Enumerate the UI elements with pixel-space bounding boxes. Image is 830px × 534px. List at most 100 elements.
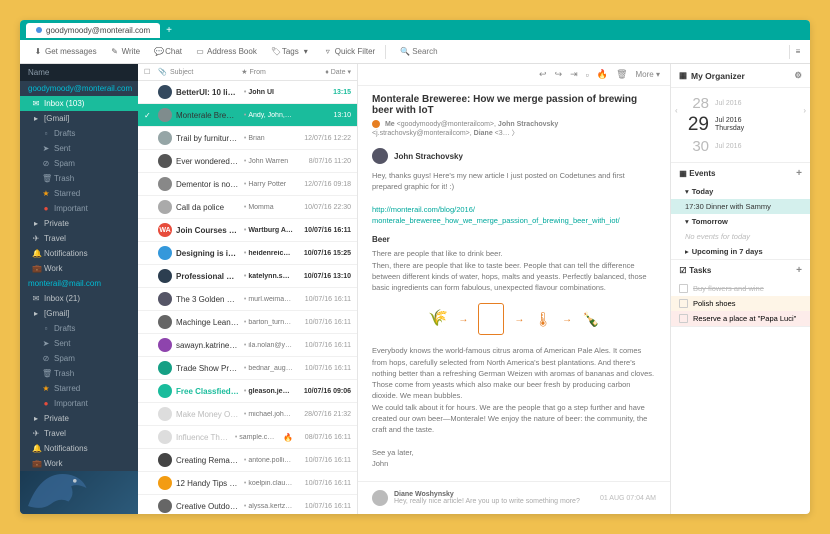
folder-briefcase[interactable]: 💼Work (20, 456, 138, 471)
folder-important[interactable]: ●Important (20, 201, 138, 216)
attachment-column-icon[interactable]: 📎 (158, 68, 166, 76)
calendar-day[interactable]: 29Jul 2016Thursday (687, 113, 802, 137)
account-email[interactable]: goodymoody@monterail.com (20, 81, 138, 96)
task-checkbox[interactable] (679, 299, 688, 308)
reply-all-icon[interactable]: ↪ (555, 69, 563, 80)
menu-icon[interactable]: ≡ (794, 47, 802, 56)
author-avatar (372, 148, 388, 164)
add-event-button[interactable]: + (796, 168, 802, 179)
message-row[interactable]: BetterUI: 10 list…•John UI13:15 (138, 81, 357, 104)
folder-trash[interactable]: 🗑Trash (20, 171, 138, 186)
message-row[interactable]: Designing is important•heidenreich.dix@y… (138, 242, 357, 265)
folder-bell[interactable]: 🔔Notifications (20, 441, 138, 456)
message-row[interactable]: Dementor is not that bad•Harry Potter12/… (138, 173, 357, 196)
folder-inbox[interactable]: ✉Inbox (21) (20, 291, 138, 306)
folder-folder[interactable]: ▸Private (20, 411, 138, 426)
account-email[interactable]: monterail@mail.com (20, 276, 138, 291)
folder-bell[interactable]: 🔔Notifications (20, 246, 138, 261)
task-checkbox[interactable] (679, 284, 688, 293)
folder-spam[interactable]: ⊘Spam (20, 156, 138, 171)
search-input[interactable] (412, 47, 775, 56)
message-row[interactable]: Influence The Influence…•sample.contact@… (138, 426, 357, 449)
expand-recipients[interactable]: 〉 (512, 130, 519, 137)
row-from: •Momma (244, 204, 293, 211)
check-icon[interactable]: ✓ (144, 111, 154, 120)
message-row[interactable]: Trade Show Promotions•bednar_august@hotm… (138, 357, 357, 380)
forward-icon[interactable]: ⇥ (570, 69, 578, 80)
cal-prev-icon[interactable]: ‹ (675, 106, 678, 115)
folder-draft[interactable]: ▫Drafts (20, 321, 138, 336)
message-row[interactable]: Make Money Online Thr…•michael.johnson@e… (138, 403, 357, 426)
task-item[interactable]: Reserve a place at "Papa Luci" (671, 311, 810, 326)
folder-inbox[interactable]: ✉Inbox (103) (20, 96, 138, 111)
chat-button[interactable]: 💬Chat (148, 44, 188, 59)
reply-preview[interactable]: Diane Woshynsky Hey, really nice article… (358, 481, 670, 514)
folder-important[interactable]: ●Important (20, 396, 138, 411)
calendar-day[interactable]: 30Jul 2016 (687, 137, 802, 156)
from-column[interactable]: ★ From (241, 68, 293, 76)
message-row[interactable]: Free Classfieds Using Th…•gleason.jesse@… (138, 380, 357, 403)
folder-draft[interactable]: ▫Drafts (20, 126, 138, 141)
link-article[interactable]: monterale_breweree_how_we_merge_passion_… (372, 216, 620, 225)
write-button[interactable]: ✎Write (105, 44, 147, 59)
today-header[interactable]: ▾ Today (671, 184, 810, 199)
search-box[interactable]: 🔍 (400, 47, 775, 56)
task-checkbox[interactable] (679, 314, 688, 323)
addressbook-button[interactable]: ▭Address Book (190, 44, 263, 59)
row-date: 10/07/16 13:10 (297, 273, 351, 280)
delete-icon[interactable]: 🗑 (616, 69, 627, 80)
message-row[interactable]: Ever wondered abou…•John Warren8/07/16 1… (138, 150, 357, 173)
task-item[interactable]: Buy flowers and wine (671, 281, 810, 296)
more-menu[interactable]: More ▾ (636, 70, 660, 79)
message-row[interactable]: ✓Monterale Breweree: H…•Andy, John, me13… (138, 104, 357, 127)
folder-sent[interactable]: ➤Sent (20, 336, 138, 351)
cal-next-icon[interactable]: › (803, 106, 806, 115)
add-task-button[interactable]: + (796, 265, 802, 276)
get-messages-button[interactable]: ⬇Get messages (28, 44, 103, 59)
account-tab[interactable]: goodymoody@monterail.com (26, 23, 160, 38)
folder-briefcase[interactable]: 💼Work (20, 261, 138, 276)
link-blog[interactable]: http://monterail.com/blog/2016/ (372, 205, 475, 214)
folder-folder[interactable]: ▸Private (20, 216, 138, 231)
tomorrow-header[interactable]: ▾ Tomorrow (671, 214, 810, 229)
calendar-day[interactable]: 28Jul 2016 (687, 94, 802, 113)
tags-button[interactable]: 🏷Tags▾ (265, 44, 316, 59)
message-row[interactable]: Machinge Leaning is …•barton_turner@effe… (138, 311, 357, 334)
folder-sent[interactable]: ➤Sent (20, 141, 138, 156)
folder-label: Starred (54, 384, 80, 393)
folder-folder[interactable]: ▸[Gmail] (20, 306, 138, 321)
message-row[interactable]: Creative Outdoor Ads•alyssa.kertzmann@ya… (138, 495, 357, 514)
folder-trash[interactable]: 🗑Trash (20, 366, 138, 381)
folder-star[interactable]: ★Starred (20, 381, 138, 396)
bottle-icon: 🍾 (582, 309, 599, 330)
message-row[interactable]: 12 Handy Tips For Gener…•koelpin.claudie… (138, 472, 357, 495)
folder-star[interactable]: ★Starred (20, 186, 138, 201)
message-row[interactable]: Creating Remarkable Po…•antone.pollich@y… (138, 449, 357, 472)
message-row[interactable]: Call da police•Momma10/07/16 22:30 (138, 196, 357, 219)
task-item[interactable]: Polish shoes (671, 296, 810, 311)
junk-icon[interactable]: 🔥 (597, 69, 608, 80)
date-column[interactable]: ♦ Date ▾ (297, 68, 351, 76)
select-all-checkbox[interactable]: ☐ (144, 68, 154, 76)
reply-icon[interactable]: ↩ (539, 69, 547, 80)
tab-add-button[interactable]: + (166, 25, 172, 36)
folder-plane[interactable]: ✈Travel (20, 426, 138, 441)
message-row[interactable]: Professional Graphic De…•katelynn.shield… (138, 265, 357, 288)
event-item[interactable]: 17:30 Dinner with Sammy (671, 199, 810, 214)
organizer-settings-icon[interactable]: ⚙ (794, 70, 802, 81)
row-from: •Brian (244, 135, 293, 142)
folder-folder[interactable]: ▸[Gmail] (20, 111, 138, 126)
message-row[interactable]: Trail by furniture as…•Brian12/07/16 12:… (138, 127, 357, 150)
message-row[interactable]: The 3 Golden Rules Proff…•murl.weimann@k… (138, 288, 357, 311)
archive-icon[interactable]: ▫ (586, 70, 589, 80)
folder-spam[interactable]: ⊘Spam (20, 351, 138, 366)
row-from: •Wartburg Academy (244, 227, 293, 234)
sender-avatar (158, 200, 172, 214)
events-section: ▦ Events + ▾ Today 17:30 Dinner with Sam… (671, 163, 810, 260)
upcoming-header[interactable]: ▸ Upcoming in 7 days (671, 244, 810, 259)
quickfilter-button[interactable]: ▿Quick Filter (318, 44, 381, 59)
message-row[interactable]: sawayn.katrine@manley…•ila.nolan@yahoo.c… (138, 334, 357, 357)
folder-plane[interactable]: ✈Travel (20, 231, 138, 246)
message-row[interactable]: WAJoin Courses Now!•Wartburg Academy10/0… (138, 219, 357, 242)
subject-column[interactable]: Subject (170, 69, 237, 76)
